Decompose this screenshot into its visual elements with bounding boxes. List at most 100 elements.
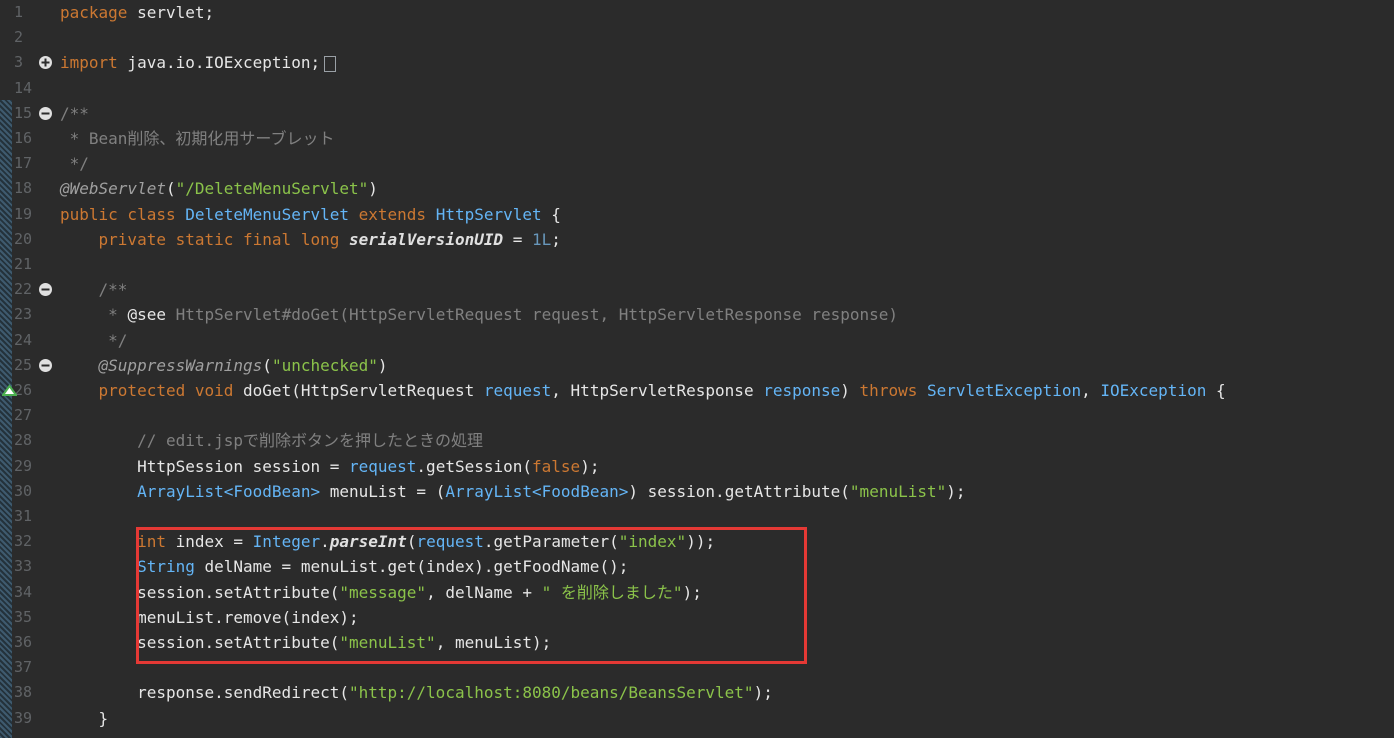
code-token: @see (127, 305, 166, 325)
line-number: 27 (14, 406, 33, 425)
line-number: 14 (14, 78, 33, 97)
line-number: 1 (14, 3, 24, 21)
code-text[interactable]: import java.io.IOException; (60, 50, 337, 75)
code-token: import (60, 53, 118, 73)
code-text[interactable]: * @see HttpServlet#doGet(HttpServletRequ… (60, 302, 898, 327)
code-token: ); (753, 683, 773, 703)
line-number: 38 (14, 683, 33, 702)
code-line[interactable]: 25 @SuppressWarnings("unchecked") (0, 353, 1394, 378)
line-number: 34 (14, 582, 33, 601)
code-text[interactable]: // edit.jspで削除ボタンを押したときの処理 (60, 428, 483, 453)
code-token: response.sendRedirect( (60, 683, 349, 703)
line-number: 25 (14, 355, 33, 374)
code-token: protected void (60, 381, 244, 400)
line-number: 21 (14, 255, 33, 273)
code-line[interactable]: 18 @WebServlet("/DeleteMenuServlet") (0, 176, 1394, 201)
code-token: DeleteMenuServlet (185, 204, 349, 224)
code-line[interactable]: 38 response.sendRedirect("http://localho… (0, 680, 1394, 705)
code-token: HttpSession session = (60, 456, 349, 476)
code-line[interactable]: 28 // edit.jspで削除ボタンを押したときの処理 (0, 428, 1394, 453)
code-line[interactable]: 29 HttpSession session = request.getSess… (0, 454, 1394, 479)
code-editor[interactable]: 1 package servlet; 2 3 import java.io.IOExce… (0, 0, 1394, 738)
code-text[interactable]: protected void doGet(HttpServletRequest … (60, 378, 1226, 403)
code-line[interactable]: 15 /** (0, 101, 1394, 126)
code-text[interactable]: * Bean削除、初期化用サーブレット (60, 126, 335, 151)
code-text[interactable]: */ (60, 328, 127, 353)
code-token: IOException (1100, 381, 1207, 400)
code-token: * Bean削除、初期化用サーブレット (60, 129, 335, 148)
code-text[interactable]: @SuppressWarnings("unchecked") (60, 353, 388, 378)
code-token: ; (551, 229, 561, 249)
code-token: .getSession( (416, 456, 533, 476)
code-line[interactable]: 21 (0, 252, 1394, 277)
override-icon[interactable] (2, 383, 17, 398)
code-text[interactable]: package servlet; (60, 0, 214, 25)
line-number: 29 (14, 456, 33, 475)
code-token: * (60, 305, 128, 325)
code-token: = (503, 229, 533, 249)
code-line[interactable]: 30 ArrayList<FoodBean> menuList = (Array… (0, 479, 1394, 504)
code-text[interactable]: /** (60, 277, 128, 302)
code-text[interactable]: private static final long serialVersionU… (60, 227, 561, 252)
code-line[interactable]: 19 public class DeleteMenuServlet extends… (0, 202, 1394, 227)
code-text[interactable]: */ (60, 151, 89, 176)
code-line[interactable]: 27 (0, 403, 1394, 428)
code-text[interactable]: } (60, 706, 109, 731)
code-token: false (532, 456, 581, 476)
code-token: ) session.getAttribute( (628, 481, 850, 501)
code-token: request (348, 456, 417, 476)
code-token: ); (580, 456, 600, 476)
code-text[interactable]: @WebServlet("/DeleteMenuServlet") (60, 176, 378, 201)
code-token: "http://localhost:8080/beans/BeansServle… (348, 683, 754, 703)
code-token: HttpServlet#doGet(HttpServletRequest req… (165, 305, 899, 325)
code-token: "unchecked" (271, 355, 378, 375)
code-line[interactable]: 26 protected void doGet(HttpServletReque… (0, 378, 1394, 403)
line-number: 32 (14, 532, 33, 551)
plus-icon[interactable] (38, 55, 53, 70)
line-number: 28 (14, 431, 33, 450)
line-number: 24 (14, 330, 33, 349)
code-token: @WebServlet (60, 179, 166, 199)
code-text[interactable]: public class DeleteMenuServlet extends H… (60, 202, 561, 227)
code-line[interactable]: 23 * @see HttpServlet#doGet(HttpServletR… (0, 302, 1394, 327)
code-line[interactable]: 1 package servlet; (0, 0, 1394, 25)
line-number: 37 (14, 658, 33, 677)
code-text[interactable]: ArrayList<FoodBean> menuList = (ArrayLis… (60, 479, 965, 504)
code-line[interactable]: 24 */ (0, 328, 1394, 353)
code-line[interactable]: 17 */ (0, 151, 1394, 176)
code-token: java.io.IOException; (117, 53, 321, 73)
line-number: 26 (14, 381, 33, 399)
code-token: doGet( (243, 381, 301, 400)
code-line[interactable]: 39 } (0, 706, 1394, 731)
code-token: ) (840, 381, 860, 400)
code-token: HttpServlet (435, 204, 542, 224)
minus-icon[interactable] (38, 106, 53, 121)
code-token: servlet; (127, 3, 215, 22)
code-line[interactable]: 14 (0, 76, 1394, 101)
line-number: 3 (14, 53, 24, 72)
code-token: } (60, 708, 109, 728)
code-line[interactable]: 20 private static final long serialVersi… (0, 227, 1394, 252)
code-token: HttpServletRequest (300, 381, 475, 400)
code-token: ) (368, 179, 378, 199)
code-token: */ (60, 154, 89, 174)
minus-icon[interactable] (38, 358, 53, 373)
minus-icon[interactable] (38, 282, 53, 297)
code-line[interactable]: 2 (0, 25, 1394, 50)
line-number: 33 (14, 557, 33, 576)
code-token: ArrayList<FoodBean> (445, 481, 629, 501)
code-token: request (474, 381, 552, 400)
code-token: , HttpServletResponse (551, 381, 754, 400)
line-number: 16 (14, 129, 33, 147)
code-token: package (60, 3, 128, 22)
code-text[interactable]: /** (60, 101, 89, 126)
folded-code-icon[interactable] (324, 55, 337, 72)
code-token: /** (60, 280, 128, 300)
code-line[interactable]: 16 * Bean削除、初期化用サーブレット (0, 126, 1394, 151)
code-text[interactable]: HttpSession session = request.getSession… (60, 454, 599, 479)
code-line[interactable]: 3 import java.io.IOException; (0, 50, 1394, 75)
code-line[interactable]: 22 /** (0, 277, 1394, 302)
line-number: 19 (14, 204, 33, 223)
code-text[interactable]: response.sendRedirect("http://localhost:… (60, 680, 773, 705)
code-line[interactable]: 31 (0, 504, 1394, 529)
